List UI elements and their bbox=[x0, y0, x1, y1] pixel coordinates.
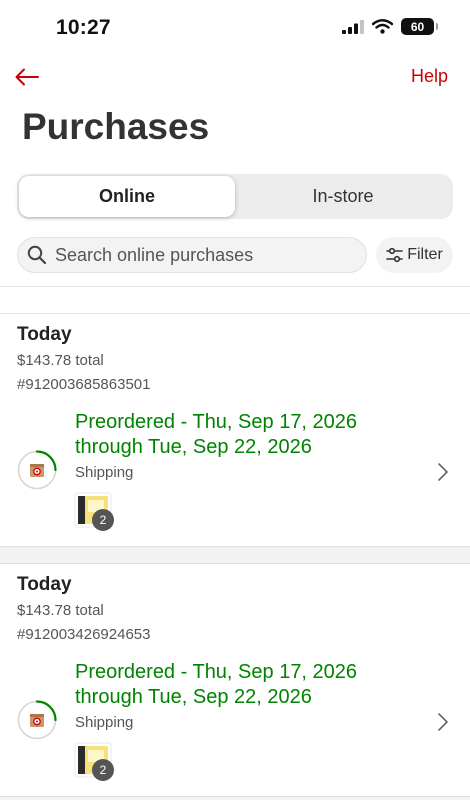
filter-sliders-icon bbox=[386, 247, 404, 263]
item-count-badge: 2 bbox=[92, 509, 114, 531]
filter-label: Filter bbox=[407, 246, 443, 263]
order-separator bbox=[0, 796, 470, 800]
shipping-progress-icon bbox=[17, 700, 57, 740]
item-count-badge: 2 bbox=[92, 759, 114, 781]
order-card: Today $143.78 total #912003685863501 Pre… bbox=[0, 314, 470, 546]
order-date: Today bbox=[17, 574, 72, 595]
status-time: 10:27 bbox=[56, 16, 111, 39]
nav-bar: Help bbox=[0, 56, 470, 100]
order-status: Preordered - Thu, Sep 17, 2026 through T… bbox=[75, 661, 358, 708]
order-card: Today $143.78 total #912003426924653 Pre… bbox=[0, 564, 470, 796]
chevron-right-icon bbox=[438, 463, 448, 481]
fulfillment-method: Shipping bbox=[75, 464, 134, 481]
order-fulfillment-row[interactable]: Preordered - Thu, Sep 17, 2026 through T… bbox=[0, 660, 470, 796]
order-total: $143.78 total bbox=[17, 602, 104, 619]
back-arrow-icon bbox=[15, 68, 39, 86]
fulfillment-method: Shipping bbox=[75, 714, 134, 731]
search-bar bbox=[17, 237, 367, 273]
status-bar: 10:27 60 bbox=[0, 0, 470, 56]
order-fulfillment-row[interactable]: Preordered - Thu, Sep 17, 2026 through T… bbox=[0, 410, 470, 546]
filter-button[interactable]: Filter bbox=[376, 237, 453, 273]
status-icons: 60 bbox=[342, 18, 438, 35]
shipping-progress-icon bbox=[17, 450, 57, 490]
battery-icon: 60 bbox=[401, 18, 438, 35]
battery-level: 60 bbox=[410, 19, 425, 34]
header-divider bbox=[0, 286, 470, 287]
order-date: Today bbox=[17, 324, 72, 345]
tab-instore[interactable]: In-store bbox=[235, 176, 451, 217]
help-link[interactable]: Help bbox=[411, 66, 448, 87]
page-title: Purchases bbox=[22, 106, 210, 147]
chevron-right-icon bbox=[438, 713, 448, 731]
cellular-signal-icon bbox=[342, 19, 364, 34]
order-status: Preordered - Thu, Sep 17, 2026 through T… bbox=[75, 411, 358, 458]
purchase-type-tabs: Online In-store bbox=[17, 174, 453, 219]
search-icon bbox=[27, 245, 47, 265]
order-total: $143.78 total bbox=[17, 352, 104, 369]
order-number: #912003685863501 bbox=[17, 376, 151, 393]
order-separator bbox=[0, 546, 470, 564]
search-input[interactable] bbox=[55, 244, 345, 266]
wifi-icon bbox=[372, 19, 393, 34]
tab-online[interactable]: Online bbox=[19, 176, 235, 217]
order-number: #912003426924653 bbox=[17, 626, 151, 643]
back-button[interactable] bbox=[12, 62, 42, 92]
